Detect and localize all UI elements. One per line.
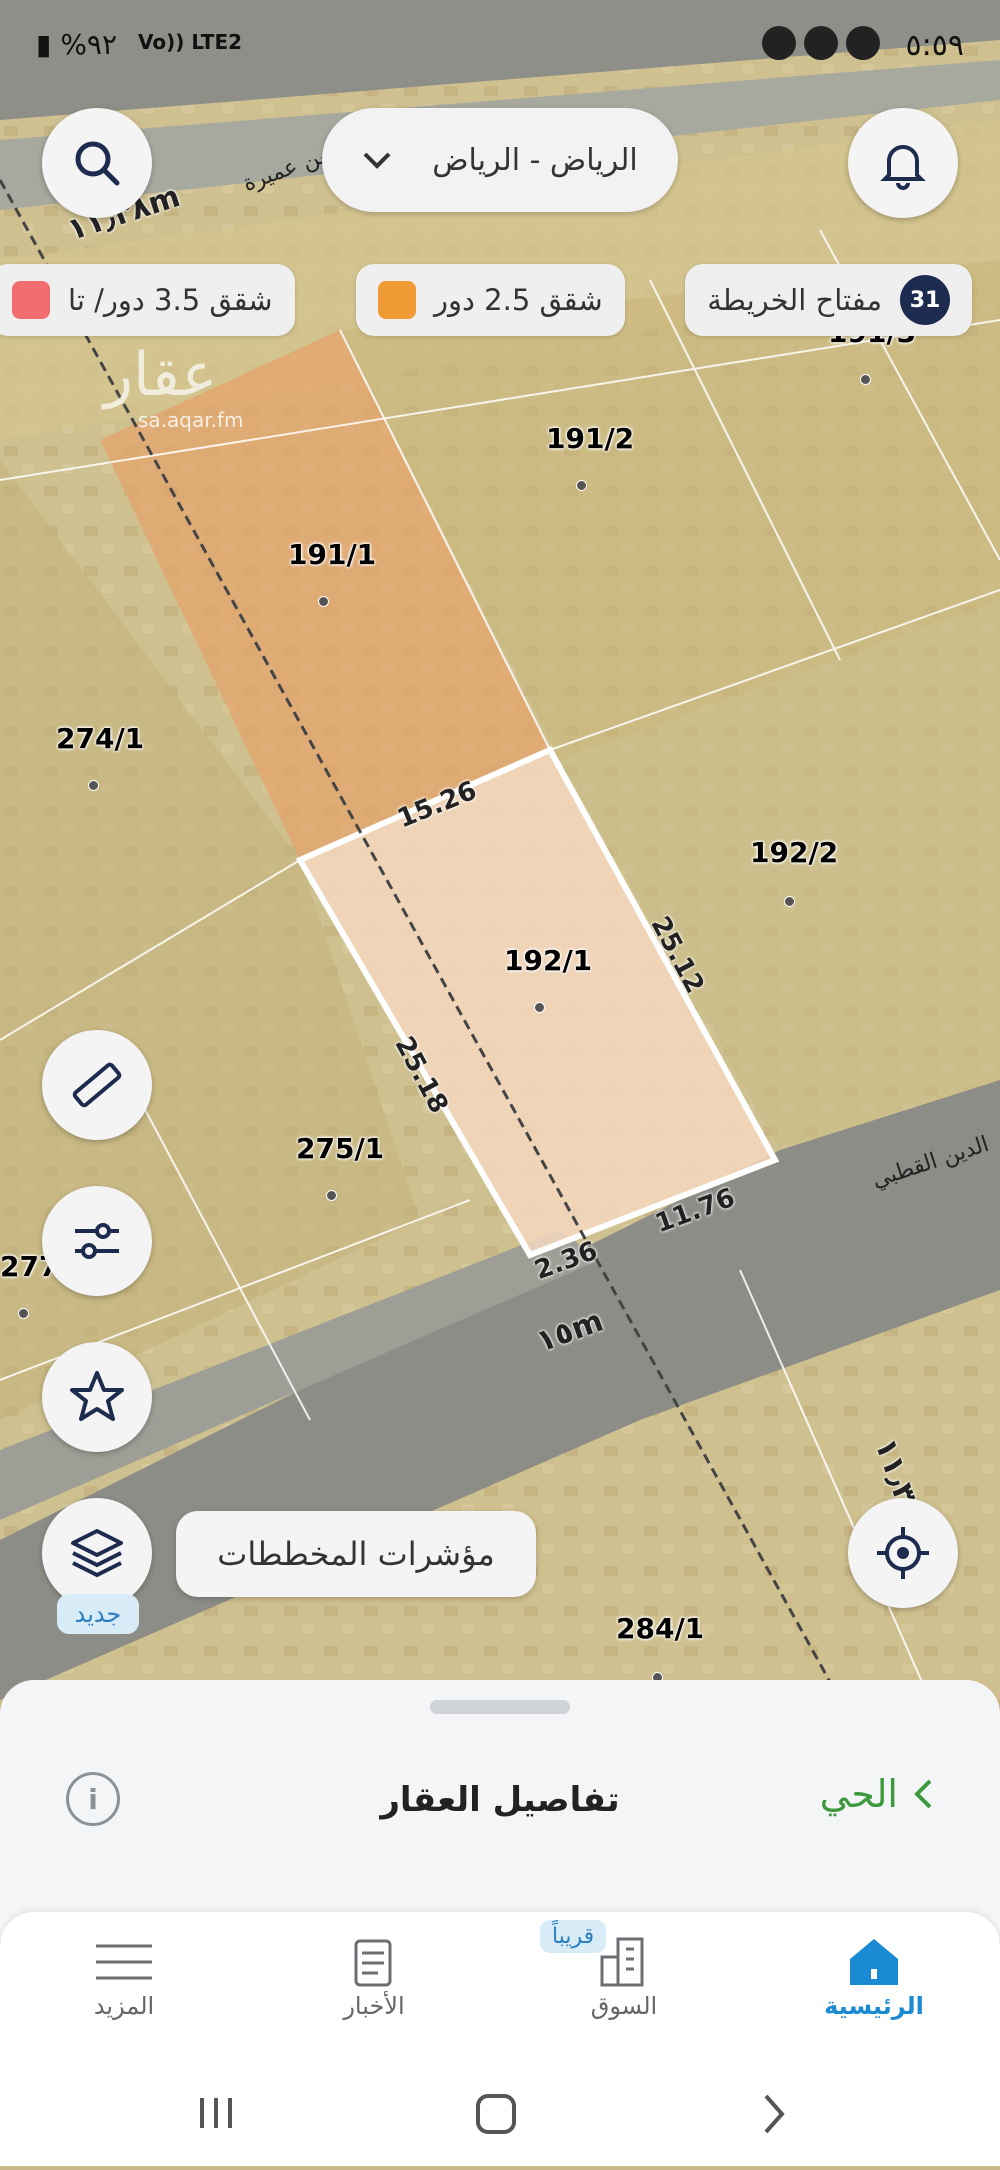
layers-icon — [71, 1529, 123, 1578]
notification-icons — [762, 26, 880, 60]
tab-more-label: المزيد — [93, 1992, 155, 2020]
legend-item[interactable]: شقق 2.5 دور — [356, 264, 625, 336]
parcel-label[interactable]: 191/1 — [288, 538, 376, 571]
notifications-button[interactable] — [848, 108, 958, 218]
map-canvas[interactable] — [0, 0, 1000, 1700]
new-badge: جديد — [57, 1594, 139, 1634]
tab-more[interactable]: المزيد — [24, 1932, 224, 2020]
tab-news[interactable]: الأخبار — [274, 1932, 474, 2020]
city-select[interactable]: الرياض - الرياض — [322, 108, 678, 212]
map-key-label: مفتاح الخريطة — [707, 283, 882, 317]
battery-indicator: ▮ %٩٢ — [36, 28, 117, 61]
crosshair-icon — [877, 1527, 929, 1579]
favorites-button[interactable] — [42, 1342, 152, 1452]
coming-soon-badge: قريباً — [540, 1920, 607, 1953]
map-key-count: 31 — [900, 275, 950, 325]
watermark-logo: عقار — [104, 340, 218, 410]
parcel-dot — [88, 780, 99, 791]
city-select-label: الرياض - الرياض — [432, 142, 638, 178]
legend-item[interactable]: شقق 3.5 دور/ تا — [0, 264, 295, 336]
parcel-dot — [534, 1002, 545, 1013]
legend-label: شقق 3.5 دور/ تا — [68, 283, 273, 317]
parcel-dot — [860, 374, 871, 385]
parcel-dot — [18, 1308, 29, 1319]
parcel-label[interactable]: 274/1 — [56, 722, 144, 755]
sliders-icon — [75, 1223, 119, 1259]
tab-home-label: الرئيسية — [824, 1992, 924, 2020]
bottom-tab-bar: المزيد الأخبار السوق الرئيسية — [0, 1912, 1000, 2066]
legend-swatch — [378, 281, 416, 319]
parcel-label[interactable]: 192/2 — [750, 836, 838, 869]
neighborhood-link[interactable]: الحي — [820, 1772, 934, 1816]
map-key-button[interactable]: مفتاح الخريطة 31 — [685, 264, 972, 336]
neighborhood-label: الحي — [819, 1772, 898, 1816]
home-icon — [850, 1939, 898, 1985]
menu-icon — [96, 1944, 152, 1980]
ruler-icon — [72, 1062, 122, 1108]
parcel-dot — [784, 896, 795, 907]
system-nav-bar — [0, 2066, 1000, 2166]
filter-button[interactable] — [42, 1186, 152, 1296]
status-time: ٥:٥٩ — [905, 28, 964, 63]
watermark-url: sa.aqar.fm — [138, 408, 244, 432]
parcel-dot — [326, 1190, 337, 1201]
search-icon — [75, 141, 120, 186]
search-button[interactable] — [42, 108, 152, 218]
status-bar: ▮ %٩٢ Vo)) LTE2 ٥:٥٩ — [0, 0, 1000, 90]
tab-news-label: الأخبار — [343, 1992, 405, 2020]
locate-me-button[interactable] — [848, 1498, 958, 1608]
chevron-down-icon — [363, 152, 391, 169]
map-view[interactable]: 191/3 191/2 191/1 274/1 192/2 192/1 275/… — [0, 0, 1000, 1700]
parcel-label[interactable]: 275/1 — [296, 1132, 384, 1165]
legend-swatch — [12, 281, 50, 319]
sheet-drag-handle[interactable] — [430, 1700, 570, 1714]
measure-button[interactable] — [42, 1030, 152, 1140]
chevron-right-icon — [914, 1779, 932, 1809]
parcel-dot — [318, 596, 329, 607]
network-indicator: Vo)) LTE2 — [138, 30, 243, 54]
tab-market-label: السوق — [590, 1992, 658, 2020]
recent-apps-icon[interactable] — [200, 2098, 232, 2128]
news-icon — [354, 1939, 392, 1987]
bell-icon — [880, 145, 926, 190]
parcel-dot — [576, 480, 587, 491]
plans-indicators-button[interactable]: مؤشرات المخططات — [176, 1511, 536, 1597]
star-icon — [70, 1371, 124, 1421]
parcel-label[interactable]: 192/1 — [504, 944, 592, 977]
property-details-sheet[interactable]: i تفاصيل العقار الحي — [0, 1680, 1000, 1940]
parcel-label[interactable]: 191/2 — [546, 422, 634, 455]
legend-label: شقق 2.5 دور — [434, 283, 603, 317]
layers-button[interactable] — [42, 1498, 152, 1608]
home-nav-icon[interactable] — [476, 2094, 516, 2134]
tab-home[interactable]: الرئيسية — [774, 1932, 974, 2020]
back-nav-icon[interactable] — [764, 2094, 785, 2134]
parcel-label[interactable]: 284/1 — [616, 1612, 704, 1645]
